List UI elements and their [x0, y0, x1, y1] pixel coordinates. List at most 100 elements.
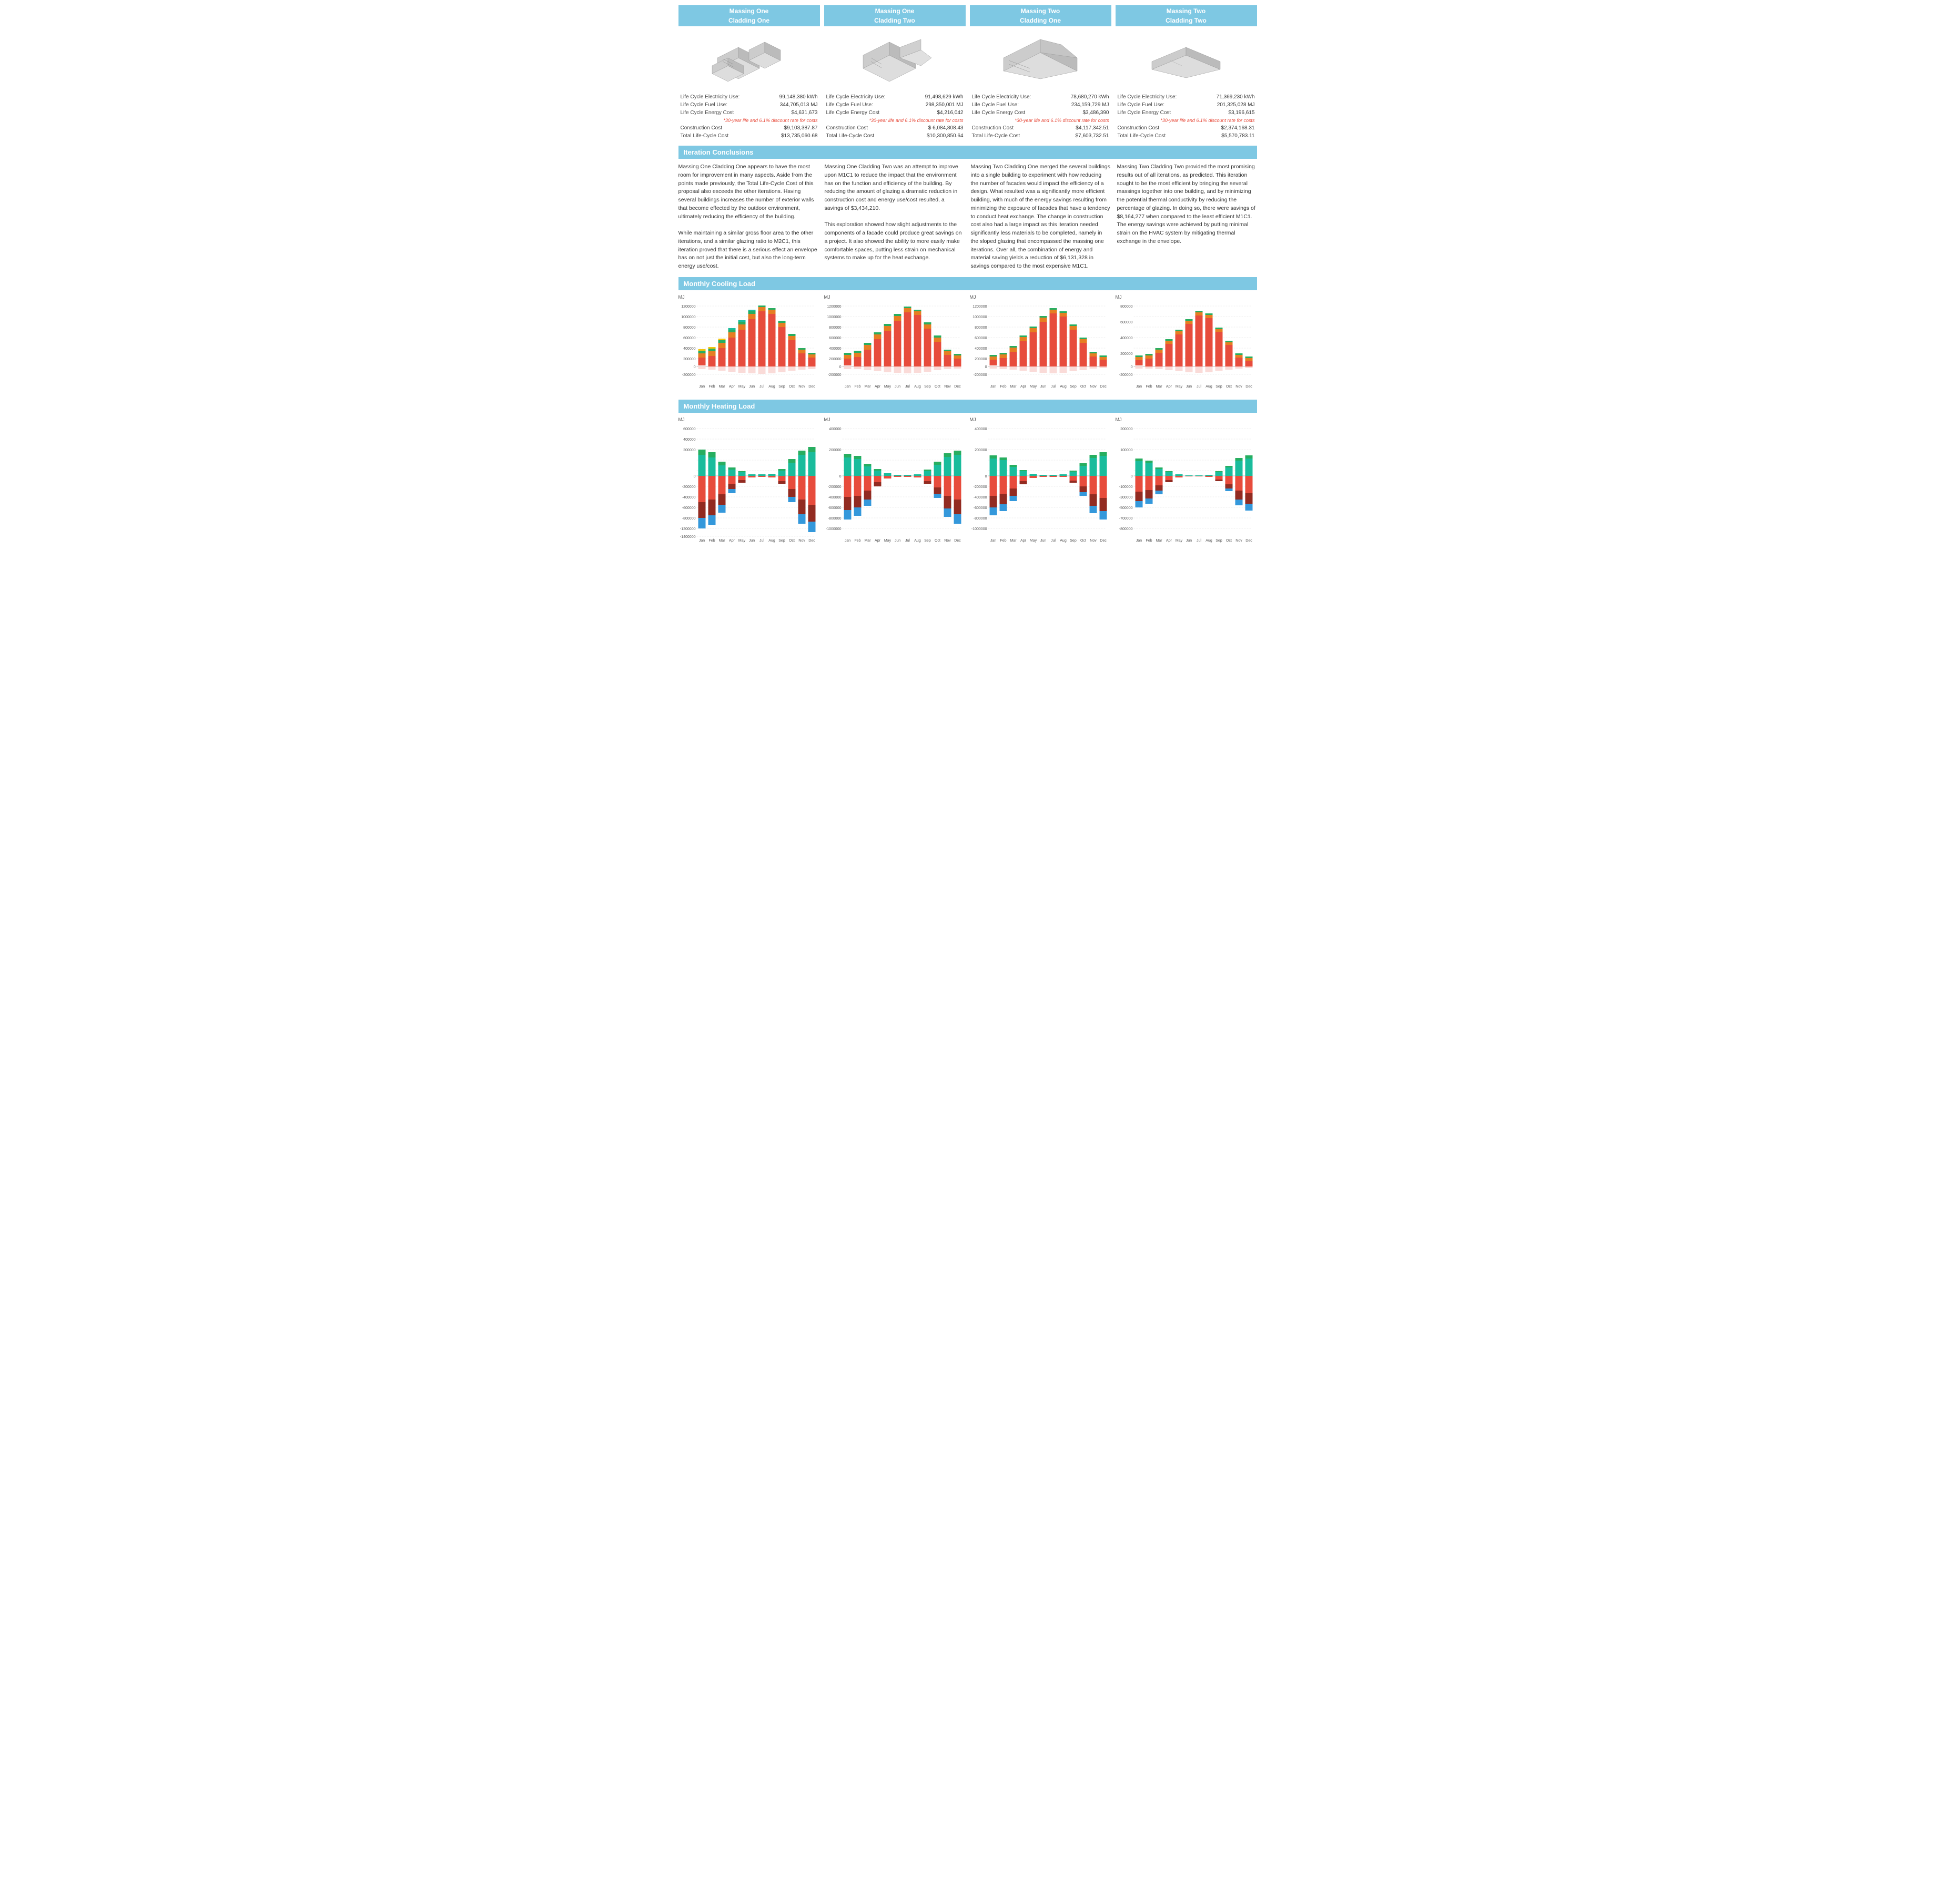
svg-text:-200000: -200000 [682, 485, 695, 489]
m2c1-header-line2: Cladding One [970, 16, 1111, 26]
svg-text:Oct: Oct [1226, 539, 1232, 543]
svg-text:Sep: Sep [1215, 385, 1222, 389]
svg-text:Sep: Sep [1215, 539, 1222, 543]
m2c2-header-line1: Massing Two [1116, 5, 1257, 17]
svg-text:Oct: Oct [1226, 385, 1232, 389]
svg-text:Oct: Oct [1080, 539, 1086, 543]
svg-text:Feb: Feb [708, 539, 715, 543]
heating-unit-m1c1: MJ [678, 417, 820, 422]
svg-text:-200000: -200000 [827, 485, 841, 489]
svg-text:Jul: Jul [905, 539, 910, 543]
svg-text:800000: 800000 [829, 326, 841, 330]
cooling-svg-m2c1: 1200000 1000000 800000 600000 400000 200… [970, 301, 1111, 393]
svg-text:Jan: Jan [698, 385, 704, 389]
svg-text:Feb: Feb [1146, 385, 1152, 389]
svg-text:400000: 400000 [683, 438, 695, 442]
svg-text:Sep: Sep [924, 385, 931, 389]
svg-text:-500000: -500000 [1119, 506, 1132, 510]
svg-text:Dec: Dec [1100, 539, 1107, 543]
svg-text:Jan: Jan [844, 385, 850, 389]
heating-charts-row: MJ 600000 400000 200000 0 -200000 -40000… [678, 417, 1257, 546]
svg-text:-800000: -800000 [682, 517, 695, 521]
svg-text:-1200000: -1200000 [680, 527, 695, 531]
heating-svg-m2c1: 400000 200000 0 -200000 -400000 -600000 … [970, 423, 1111, 544]
svg-text:200000: 200000 [829, 449, 841, 452]
svg-text:-400000: -400000 [682, 496, 695, 500]
m1c1-header: Massing One [678, 5, 820, 17]
svg-text:Aug: Aug [1205, 385, 1212, 389]
svg-text:800000: 800000 [1120, 305, 1132, 309]
svg-text:Apr: Apr [1166, 385, 1172, 389]
m2c2-stats: Life Cycle Electricity Use:71,369,230 kW… [1116, 93, 1257, 140]
svg-text:600000: 600000 [829, 337, 841, 340]
svg-text:-1400000: -1400000 [680, 535, 695, 539]
svg-text:May: May [738, 539, 745, 543]
svg-text:Dec: Dec [954, 539, 961, 543]
heating-unit-m2c1: MJ [970, 417, 1111, 422]
massing-m1c1-column: Massing One Cladding One Life Cycle Elec… [678, 5, 820, 140]
svg-text:Aug: Aug [768, 385, 775, 389]
cooling-unit-m1c1: MJ [678, 294, 820, 300]
svg-text:Jan: Jan [990, 539, 996, 543]
svg-text:Dec: Dec [808, 385, 815, 389]
svg-text:Aug: Aug [1205, 539, 1212, 543]
svg-text:Mar: Mar [864, 385, 871, 389]
m2c1-building-image [970, 26, 1111, 89]
svg-text:Feb: Feb [1146, 539, 1152, 543]
svg-text:May: May [884, 385, 891, 389]
svg-text:Nov: Nov [1235, 385, 1242, 389]
conclusion-m2c1: Massing Two Cladding One merged the seve… [971, 163, 1111, 271]
svg-text:Oct: Oct [935, 385, 940, 389]
svg-text:Mar: Mar [864, 539, 871, 543]
svg-text:0: 0 [985, 475, 987, 478]
svg-text:Jun: Jun [1040, 539, 1046, 543]
svg-text:Aug: Aug [768, 539, 775, 543]
svg-text:Jun: Jun [894, 385, 900, 389]
svg-text:-200000: -200000 [682, 373, 695, 377]
svg-text:Apr: Apr [1166, 539, 1172, 543]
conclusion-m1c2: Massing One Cladding Two was an attempt … [825, 163, 965, 271]
svg-text:400000: 400000 [829, 427, 841, 431]
svg-text:-1000000: -1000000 [971, 527, 987, 531]
svg-text:Jul: Jul [759, 539, 764, 543]
heating-svg-m1c2: 400000 200000 0 -200000 -400000 -600000 … [824, 423, 966, 544]
cooling-chart-m2c2: MJ 800000 600000 400000 200000 0 -200000 [1116, 294, 1257, 394]
svg-text:200000: 200000 [975, 358, 987, 361]
svg-text:Aug: Aug [1060, 539, 1067, 543]
svg-text:-200000: -200000 [973, 485, 987, 489]
svg-text:-800000: -800000 [973, 517, 987, 521]
svg-text:Sep: Sep [924, 539, 931, 543]
svg-text:200000: 200000 [683, 358, 695, 361]
svg-text:-400000: -400000 [827, 496, 841, 500]
svg-text:-600000: -600000 [827, 506, 841, 510]
svg-text:Nov: Nov [1090, 539, 1097, 543]
svg-text:Sep: Sep [778, 539, 785, 543]
svg-text:-800000: -800000 [827, 517, 841, 521]
svg-text:Jan: Jan [990, 385, 996, 389]
cooling-unit-m2c2: MJ [1116, 294, 1257, 300]
svg-text:Mar: Mar [1010, 385, 1017, 389]
svg-text:May: May [1175, 539, 1182, 543]
m1c1-header-line2: Cladding One [678, 16, 820, 26]
m1c2-building-image [824, 26, 966, 89]
svg-text:Apr: Apr [729, 385, 735, 389]
svg-text:Jan: Jan [1136, 385, 1141, 389]
svg-text:Apr: Apr [1020, 539, 1027, 543]
svg-text:Jan: Jan [844, 539, 850, 543]
svg-text:Jan: Jan [698, 539, 704, 543]
svg-text:1200000: 1200000 [827, 305, 841, 309]
svg-text:Mar: Mar [1010, 539, 1017, 543]
cooling-chart-m1c1: MJ 1200000 1000000 800000 600000 400000 … [678, 294, 820, 394]
svg-text:-800000: -800000 [1119, 527, 1132, 531]
svg-text:Sep: Sep [1070, 539, 1077, 543]
svg-text:400000: 400000 [975, 427, 987, 431]
monthly-heating-header: Monthly Heating Load [678, 400, 1257, 413]
svg-text:0: 0 [839, 365, 841, 369]
svg-text:May: May [1029, 385, 1037, 389]
svg-text:0: 0 [1130, 475, 1132, 478]
cooling-charts-row: MJ 1200000 1000000 800000 600000 400000 … [678, 294, 1257, 394]
svg-text:Sep: Sep [778, 385, 785, 389]
cooling-unit-m2c1: MJ [970, 294, 1111, 300]
svg-text:Aug: Aug [1060, 385, 1067, 389]
svg-text:Aug: Aug [914, 539, 921, 543]
